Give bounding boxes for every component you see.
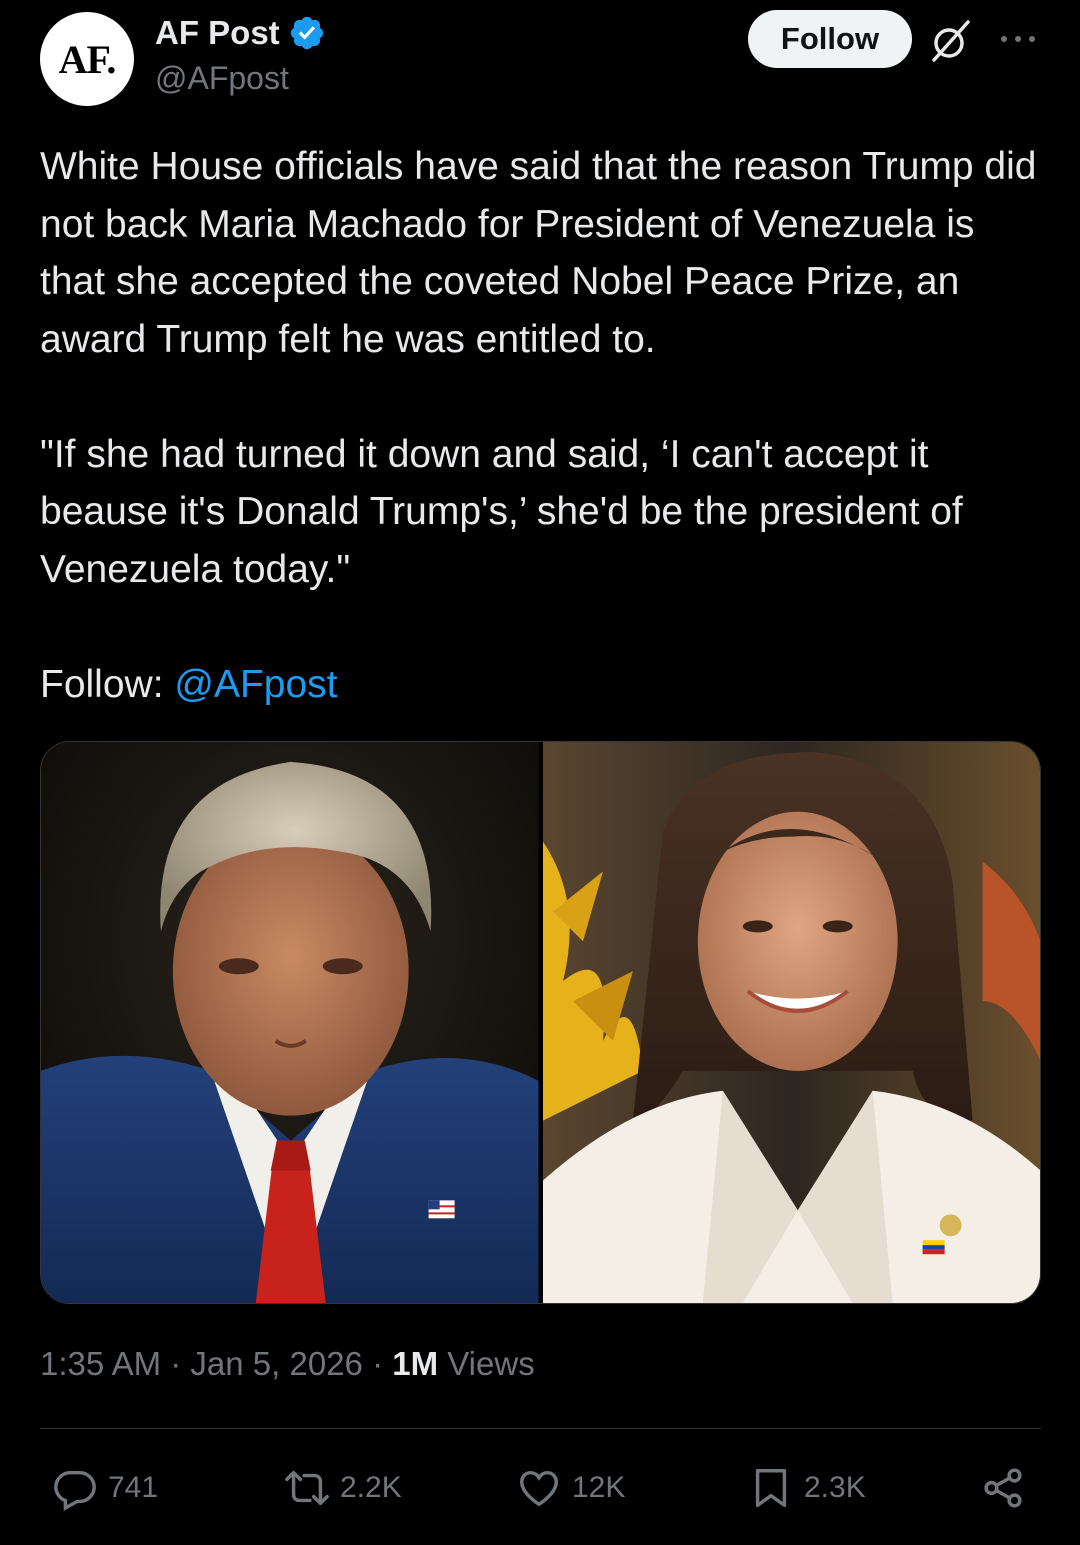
tweet-text: White House officials have said that the… [40,138,1050,713]
follow-prefix: Follow: [40,662,175,706]
tweet-meta: 1:35 AM · Jan 5, 2026 · 1M Views [40,1345,535,1383]
bookmark-count: 2.3K [804,1471,866,1504]
bookmark-icon [755,1469,787,1507]
follow-button[interactable]: Follow [748,10,912,68]
portrait-woman-image [542,742,1040,1303]
display-name[interactable]: AF Post [155,14,280,52]
author-handle[interactable]: @AFpost [155,60,289,97]
tweet-paragraph: White House officials have said that the… [40,145,1037,361]
tweet-paragraph: "If she had turned it down and said, ‘I … [40,432,963,591]
share-button[interactable] [980,1458,1026,1518]
timestamp-time[interactable]: 1:35 AM [40,1345,161,1382]
verified-badge-icon [290,16,323,50]
media-grid[interactable] [40,741,1041,1304]
action-bar: 741 2.2K 12K 2.3K [40,1458,1040,1518]
avatar-logo-text: AF. [58,36,117,82]
repost-button[interactable]: 2.2K [284,1458,402,1518]
portrait-man-image [41,742,539,1303]
heart-icon [520,1470,558,1507]
reply-count: 741 [108,1471,159,1504]
repost-count: 2.2K [340,1471,402,1504]
views-label: Views [447,1345,535,1382]
media-image-right[interactable] [542,742,1040,1303]
media-image-left[interactable] [41,742,539,1303]
reply-button[interactable]: 741 [52,1458,158,1518]
tweet-detail: AF. AF Post @AFpost Follow White House o… [0,0,1080,1545]
timestamp-date[interactable]: Jan 5, 2026 [190,1345,362,1382]
avatar[interactable]: AF. [40,12,134,106]
share-icon [984,1468,1022,1508]
views-count: 1M [392,1345,439,1382]
reply-icon [54,1470,96,1511]
meta-separator: · [372,1345,393,1382]
like-button[interactable]: 12K [516,1458,625,1518]
like-count: 12K [572,1471,626,1504]
mention-link[interactable]: @AFpost [174,663,337,706]
bookmark-button[interactable]: 2.3K [748,1458,866,1518]
author-name-row: AF Post [155,14,326,52]
meta-separator: · [170,1345,191,1382]
grok-icon[interactable] [928,18,974,64]
divider [40,1428,1041,1429]
repost-icon [285,1470,329,1506]
more-options-icon[interactable] [998,32,1038,46]
tweet-follow-line: Follow: @AFpost [40,656,1050,714]
